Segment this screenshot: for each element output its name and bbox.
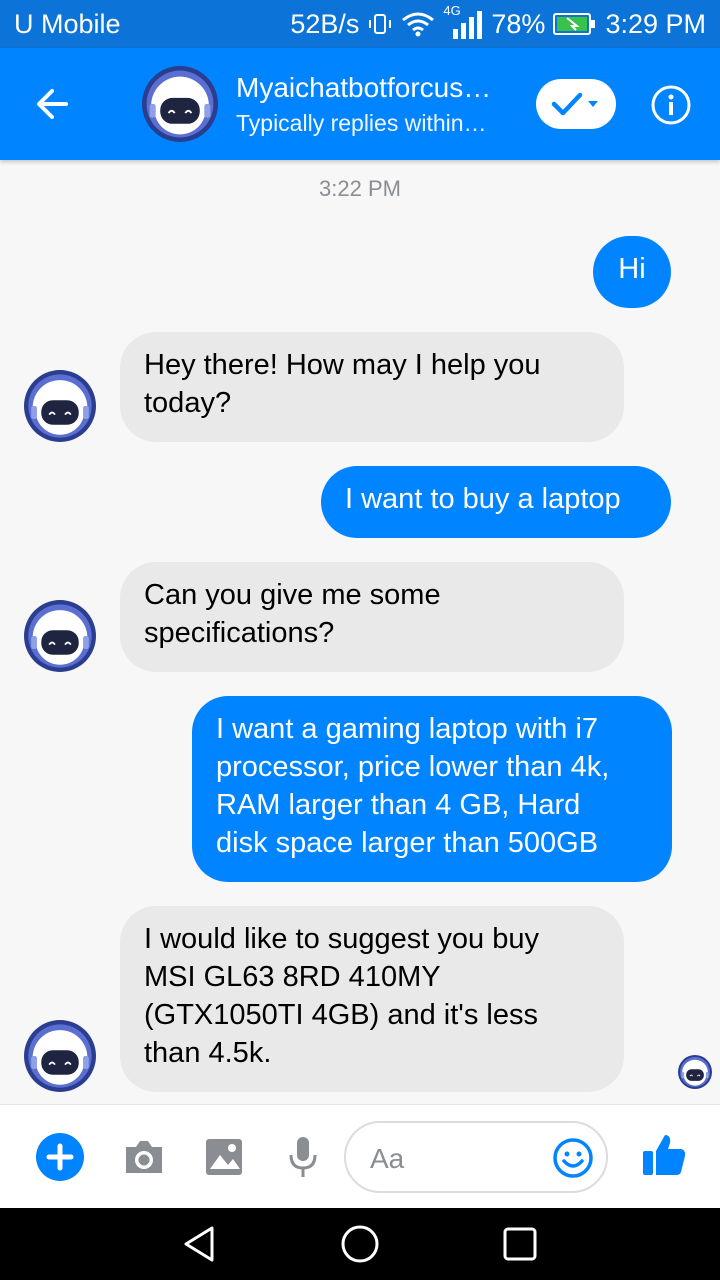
incoming-message[interactable]: Hey there! How may I help you today?	[120, 332, 624, 442]
back-arrow-icon[interactable]	[30, 82, 80, 126]
vibrate-icon	[367, 11, 393, 37]
nav-recents-icon[interactable]	[502, 1224, 538, 1269]
status-bar: U Mobile 52B/s 4G 78% 3:29 PM	[0, 0, 720, 48]
bot-avatar[interactable]	[24, 370, 96, 442]
message-line: disk space larger than 500GB	[216, 827, 599, 859]
message-composer: Aa	[0, 1104, 720, 1208]
conversation-header: Myaichatbotforcus… Typically replies wit…	[0, 48, 720, 160]
message-line: today?	[144, 387, 232, 419]
message-line: MSI GL63 8RD 410MY	[144, 961, 441, 993]
signal-icon: 4G	[443, 3, 483, 39]
network-speed: 52B/s	[290, 8, 360, 39]
outgoing-message[interactable]: Hi	[593, 236, 671, 308]
mark-as-done-button[interactable]	[536, 79, 616, 129]
message-text: I want to buy a laptop	[345, 483, 621, 515]
seen-indicator-avatar	[678, 1055, 712, 1089]
nav-home-icon[interactable]	[340, 1224, 380, 1269]
message-line: Can you give me some	[144, 579, 441, 611]
battery-charging-icon	[553, 12, 597, 36]
message-line: I want a gaming laptop with i7	[216, 713, 599, 745]
bot-avatar[interactable]	[142, 66, 218, 142]
camera-icon[interactable]	[122, 1137, 166, 1182]
message-text: Hi	[618, 253, 646, 285]
check-icon	[551, 92, 598, 116]
clock: 3:29 PM	[605, 8, 706, 39]
outgoing-message[interactable]: I want to buy a laptop	[321, 466, 671, 538]
emoji-icon[interactable]	[552, 1137, 594, 1179]
message-line: RAM larger than 4 GB, Hard	[216, 789, 581, 821]
message-input[interactable]: Aa	[344, 1121, 608, 1193]
microphone-icon[interactable]	[286, 1135, 320, 1184]
message-line: Hey there! How may I help you	[144, 349, 541, 381]
carrier-name: U Mobile	[14, 8, 121, 39]
response-time-subtitle: Typically replies within…	[236, 110, 487, 136]
message-line: (GTX1050TI 4GB) and it's less	[144, 999, 538, 1031]
message-line: processor, price lower than 4k,	[216, 751, 610, 783]
battery-percent: 78%	[491, 8, 546, 39]
plus-icon[interactable]	[36, 1133, 84, 1186]
incoming-message[interactable]: I would like to suggest you buy MSI GL63…	[120, 906, 624, 1092]
message-line: I would like to suggest you buy	[144, 923, 539, 955]
message-line: than 4.5k.	[144, 1037, 272, 1069]
bot-avatar[interactable]	[24, 1020, 96, 1092]
info-icon[interactable]	[650, 84, 692, 126]
incoming-message[interactable]: Can you give me some specifications?	[120, 562, 624, 672]
system-navigation-bar	[0, 1208, 720, 1280]
message-input-placeholder: Aa	[370, 1143, 405, 1174]
wifi-icon	[401, 11, 435, 37]
image-icon[interactable]	[204, 1137, 244, 1182]
outgoing-message[interactable]: I want a gaming laptop with i7 processor…	[192, 696, 672, 882]
bot-avatar[interactable]	[24, 600, 96, 672]
thumbs-up-icon[interactable]	[640, 1131, 688, 1184]
chat-timestamp: 3:22 PM	[319, 176, 401, 201]
message-line: specifications?	[144, 617, 335, 649]
nav-back-icon[interactable]	[180, 1224, 220, 1269]
conversation-title[interactable]: Myaichatbotforcus…	[236, 72, 496, 104]
